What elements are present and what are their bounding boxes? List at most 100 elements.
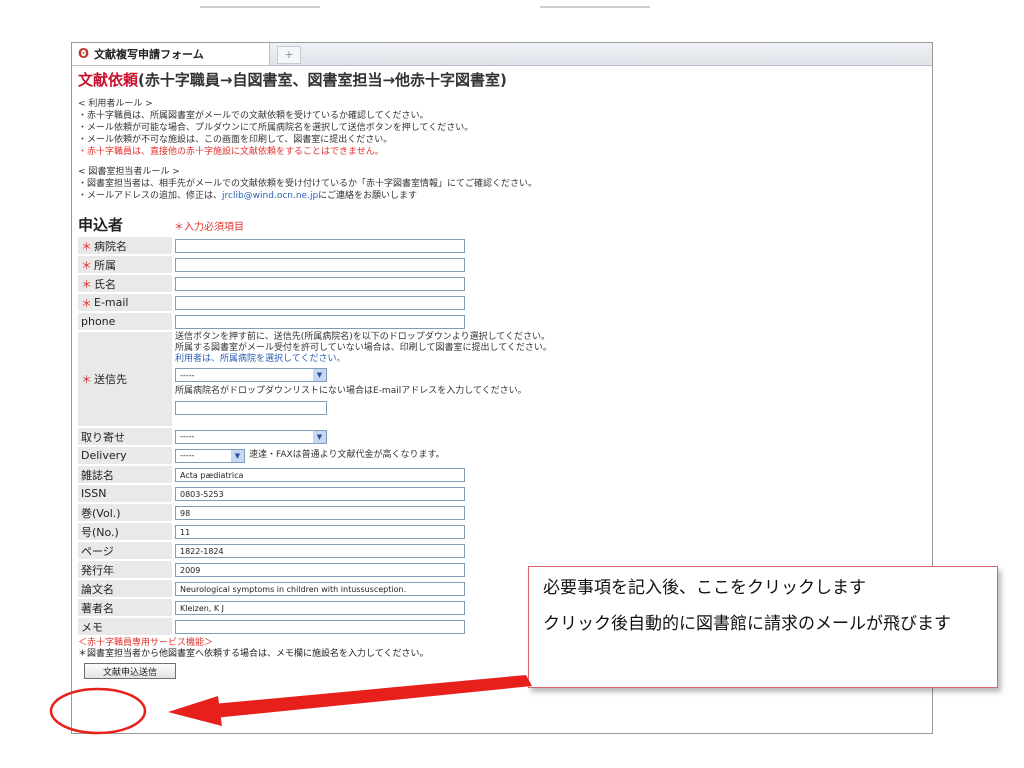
top-strip-line xyxy=(540,6,650,8)
label-memo: メモ xyxy=(78,618,172,635)
staff-rule-line: ・メールアドレスの追加、修正は、jrclib@wind.ocn.ne.jpにご連… xyxy=(78,190,928,202)
destination-select[interactable]: ----- ▼ xyxy=(175,368,327,382)
user-rules-heading: < 利用者ルール > xyxy=(78,99,153,109)
label-year: 発行年 xyxy=(78,561,172,578)
label-delivery: Delivery xyxy=(78,447,172,464)
user-rules: < 利用者ルール > ・赤十字職員は、所属図書室がメールでの文献依頼を受けている… xyxy=(78,98,928,202)
article-input[interactable]: Neurological symptoms in children with i… xyxy=(175,581,465,596)
instruction-callout: 必要事項を記入後、ここをクリックします クリック後自動的に図書館に請求のメールが… xyxy=(528,566,998,688)
required-mark: ＊ xyxy=(81,239,92,253)
pages-input[interactable]: 1822-1824 xyxy=(175,543,465,558)
issn-input[interactable]: 0803-5253 xyxy=(175,486,465,501)
label-pages: ページ xyxy=(78,542,172,559)
favicon-icon: ʘ xyxy=(78,46,90,62)
chevron-down-icon: ▼ xyxy=(231,449,244,462)
destination-note: 所属する図書室がメール受付を許可していない場合は、印刷して図書室に提出してくださ… xyxy=(175,343,552,353)
applicant-section: 申込者 ＊入力必須項目 xyxy=(78,214,928,235)
label-article: 論文名 xyxy=(78,580,172,597)
form-row-issn: ISSN 0803-5253 xyxy=(78,485,928,502)
submit-request-button[interactable]: 文献申込送信 xyxy=(84,663,176,679)
page-title-rest: (赤十字職員→自図書室、図書室担当→他赤十字図書室) xyxy=(138,71,507,89)
page-title: 文献依頼(赤十字職員→自図書室、図書室担当→他赤十字図書室) xyxy=(78,69,928,90)
email-input[interactable] xyxy=(175,295,465,310)
staff-rules-heading: < 図書室担当者ルール > xyxy=(78,167,180,177)
label-text: 病院名 xyxy=(94,239,127,253)
label-name: ＊氏名 xyxy=(78,275,172,292)
retrieval-select[interactable]: ----- ▼ xyxy=(175,429,327,444)
label-number: 号(No.) xyxy=(78,523,172,540)
top-strip-line xyxy=(200,6,320,8)
label-volume: 巻(Vol.) xyxy=(78,504,172,521)
volume-input[interactable]: 98 xyxy=(175,505,465,520)
form-row-email: ＊ E-mail xyxy=(78,294,928,311)
destination-note: 送信ボタンを押す前に、送信先(所属病院名)を以下のドロップダウンより選択してくだ… xyxy=(175,332,551,342)
label-text: E-mail xyxy=(94,296,129,309)
label-retrieval: 取り寄せ xyxy=(78,428,172,445)
label-phone: phone xyxy=(78,313,172,330)
new-tab-button[interactable]: + xyxy=(277,46,301,64)
form-row-name: ＊氏名 xyxy=(78,275,928,292)
label-hospital: ＊病院名 xyxy=(78,237,172,254)
department-input[interactable] xyxy=(175,257,465,272)
staff-rule-text: にご連絡をお願いします xyxy=(318,191,417,201)
destination-email-input[interactable] xyxy=(175,401,327,415)
form-row-destination: ＊送信先 送信ボタンを押す前に、送信先(所属病院名)を以下のドロップダウンより選… xyxy=(78,332,928,426)
label-journal: 雑誌名 xyxy=(78,466,172,483)
tab-bar: ʘ 文献複写申請フォーム + xyxy=(72,43,932,66)
form-row-retrieval: 取り寄せ ----- ▼ xyxy=(78,428,928,445)
form-row-number: 号(No.) 11 xyxy=(78,523,928,540)
select-value: ----- xyxy=(180,451,195,460)
callout-line-1: 必要事項を記入後、ここをクリックします xyxy=(543,578,866,598)
required-mark: ＊ xyxy=(81,296,92,310)
user-rule-warning: ・赤十字職員は、直接他の赤十字施設に文献依頼をすることはできません。 xyxy=(78,147,384,157)
label-department: ＊所属 xyxy=(78,256,172,273)
form-row-department: ＊所属 xyxy=(78,256,928,273)
label-text: 送信先 xyxy=(94,373,127,386)
user-rule-line: ・メール依頼が不可な施設は、この画面を印刷して、図書室に提出ください。 xyxy=(78,135,393,145)
user-rule-line: ・赤十字職員は、所属図書室がメールでの文献依頼を受けているか確認してください。 xyxy=(78,111,429,121)
staff-rule-text: ・メールアドレスの追加、修正は、 xyxy=(78,191,223,201)
label-email: ＊ E-mail xyxy=(78,294,172,311)
author-input[interactable]: Kleizen, K J xyxy=(175,600,465,615)
applicant-title: 申込者 xyxy=(78,216,124,234)
form-row-delivery: Delivery ----- ▼ 速達・FAXは普通より文献代金が高くなります。 xyxy=(78,447,928,464)
journal-input[interactable]: Acta pædiatrica xyxy=(175,467,465,482)
chevron-down-icon: ▼ xyxy=(313,369,326,381)
form-row-pages: ページ 1822-1824 xyxy=(78,542,928,559)
staff-rule-line: ・図書室担当者は、相手先がメールでの文献依頼を受け付けているか「赤十字図書室情報… xyxy=(78,179,538,189)
destination-note-user: 利用者は、所属病院を選択してください。 xyxy=(175,354,346,364)
label-text: 所属 xyxy=(94,258,116,272)
form-row-phone: phone xyxy=(78,313,928,330)
destination-email-note: 所属病院名がドロップダウンリストにない場合はE-mailアドレスを入力してくださ… xyxy=(175,386,527,396)
label-destination: ＊送信先 xyxy=(78,332,172,426)
required-mark: ＊ xyxy=(81,258,92,272)
required-mark: ＊ xyxy=(81,373,92,386)
number-input[interactable]: 11 xyxy=(175,524,465,539)
memo-input[interactable] xyxy=(175,619,465,634)
required-note: ＊入力必須項目 xyxy=(174,222,244,233)
label-author: 著者名 xyxy=(78,599,172,616)
name-input[interactable] xyxy=(175,276,465,291)
select-value: ----- xyxy=(180,432,195,441)
form-row-journal: 雑誌名 Acta pædiatrica xyxy=(78,466,928,483)
hospital-input[interactable] xyxy=(175,238,465,253)
label-issn: ISSN xyxy=(78,485,172,502)
delivery-select[interactable]: ----- ▼ xyxy=(175,448,245,463)
top-strip xyxy=(0,0,1024,30)
callout-line-2: クリック後自動的に図書館に請求のメールが飛びます xyxy=(543,614,951,634)
chevron-down-icon: ▼ xyxy=(313,430,326,443)
year-input[interactable]: 2009 xyxy=(175,562,465,577)
select-value: ----- xyxy=(180,370,195,380)
required-mark: ＊ xyxy=(81,277,92,291)
tab-title: 文献複写申請フォーム xyxy=(94,48,204,61)
tab-request-form[interactable]: ʘ 文献複写申請フォーム xyxy=(72,43,270,65)
user-rule-line: ・メール依頼が可能な場合、プルダウンにて所属病院名を選択して送信ボタンを押してく… xyxy=(78,123,474,133)
delivery-note: 速達・FAXは普通より文献代金が高くなります。 xyxy=(249,450,445,460)
contact-email-link[interactable]: jrclib@wind.ocn.ne.jp xyxy=(222,191,318,201)
label-text: phone xyxy=(81,315,116,328)
form-row-volume: 巻(Vol.) 98 xyxy=(78,504,928,521)
page-title-red: 文献依頼 xyxy=(78,71,139,89)
label-text: 氏名 xyxy=(94,277,116,291)
phone-input[interactable] xyxy=(175,314,465,329)
form-row-hospital: ＊病院名 xyxy=(78,237,928,254)
